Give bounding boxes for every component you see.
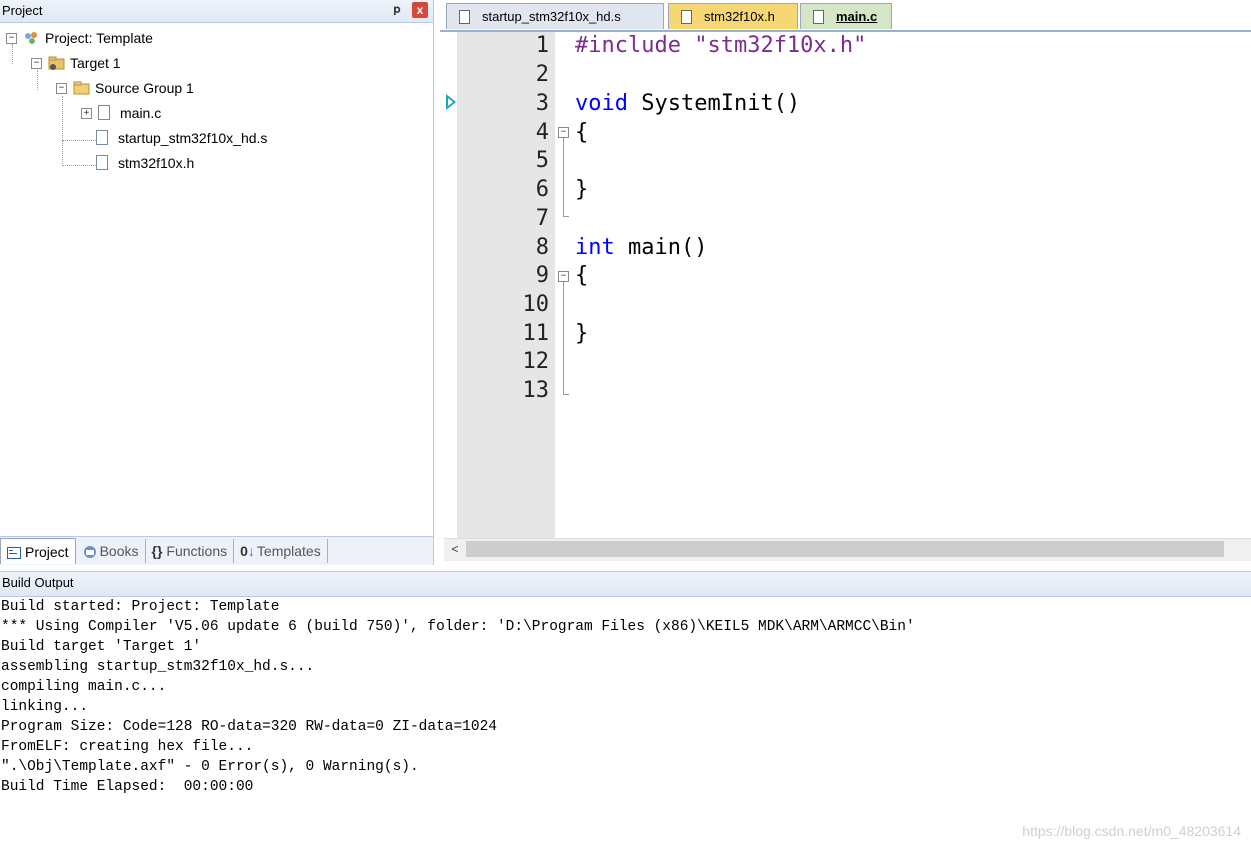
collapse-icon[interactable]: −: [6, 32, 17, 44]
project-tab-icon: [7, 546, 21, 559]
line-number: 13: [522, 378, 550, 403]
build-output-line: ".\Obj\Template.axf" - 0 Error(s), 0 War…: [1, 759, 419, 775]
functions-icon: {}: [151, 543, 163, 559]
tab-startup-file[interactable]: startup_stm32f10x_hd.s: [446, 3, 664, 29]
line-number: 3: [535, 91, 549, 116]
build-output-line: Build target 'Target 1': [1, 639, 202, 655]
target-folder-icon: [48, 55, 65, 71]
build-output-line: Build Time Elapsed: 00:00:00: [1, 779, 254, 795]
code-line-1: #include "stm32f10x.h": [575, 33, 867, 58]
tree-label: startup_stm32f10x_hd.s: [118, 130, 268, 146]
tree-label: Project: Template: [45, 30, 153, 46]
tree-label: stm32f10x.h: [118, 155, 195, 171]
project-panel-tabs: Project Books {} Functions 0↓ Templates: [0, 536, 433, 565]
project-icon: [23, 30, 39, 46]
file-icon: [813, 9, 824, 24]
file-icon: [98, 105, 114, 121]
code-line-4: {: [575, 120, 589, 145]
line-number: 11: [522, 321, 550, 346]
line-number: 12: [522, 349, 550, 374]
line-number: 1: [535, 33, 549, 58]
code-line-9: {: [575, 263, 589, 288]
line-number: 2: [535, 62, 549, 87]
code-line-3: void SystemInit(): [575, 91, 801, 116]
fold-line: [563, 138, 564, 216]
line-number: 4: [535, 120, 549, 145]
build-output-line: *** Using Compiler 'V5.06 update 6 (buil…: [1, 619, 915, 635]
fold-end: [563, 216, 569, 217]
fold-line: [563, 282, 564, 394]
tree-item-target[interactable]: − Target 1: [31, 51, 121, 75]
watermark: https://blog.csdn.net/m0_48203614: [1022, 823, 1241, 839]
tree-item-file[interactable]: startup_stm32f10x_hd.s: [96, 126, 267, 150]
build-output-line: Program Size: Code=128 RO-data=320 RW-da…: [1, 719, 497, 735]
line-number: 5: [535, 148, 549, 173]
tree-item-file[interactable]: stm32f10x.h: [96, 151, 194, 175]
build-output-title: Build Output: [2, 575, 74, 590]
scrollbar-thumb[interactable]: [466, 541, 1224, 557]
tab-project[interactable]: Project: [0, 538, 76, 564]
build-output-line: assembling startup_stm32f10x_hd.s...: [1, 659, 315, 675]
line-number: 7: [535, 206, 549, 231]
tree-item-project[interactable]: − Project: Template: [6, 26, 153, 50]
code-line-11: }: [575, 321, 589, 346]
templates-icon: 0↓: [240, 543, 255, 559]
tree-label: main.c: [120, 105, 162, 121]
tab-templates[interactable]: 0↓ Templates: [234, 539, 328, 563]
build-output-line: compiling main.c...: [1, 679, 167, 695]
build-output-line: Build started: Project: Template: [1, 599, 280, 615]
tree-connector: [62, 140, 98, 141]
project-panel-header: [0, 0, 433, 23]
current-line-arrow-inner: [448, 98, 453, 106]
fold-collapse-icon[interactable]: −: [558, 271, 569, 282]
fold-collapse-icon[interactable]: −: [558, 127, 569, 138]
collapse-icon[interactable]: −: [56, 82, 67, 94]
build-output-line: linking...: [1, 699, 89, 715]
tree-item-source-group[interactable]: − Source Group 1: [56, 76, 194, 100]
pin-icon[interactable]: 𝐩: [390, 2, 404, 18]
collapse-icon[interactable]: −: [31, 57, 42, 69]
tree-connector: [62, 165, 98, 166]
tab-main-c[interactable]: main.c: [800, 3, 892, 29]
build-output-line: FromELF: creating hex file...: [1, 739, 254, 755]
close-panel-button[interactable]: x: [412, 2, 428, 18]
file-icon: [96, 130, 112, 146]
tree-item-file[interactable]: + main.c: [81, 101, 161, 125]
file-icon: [459, 9, 470, 24]
project-panel-title: Project: [2, 3, 43, 18]
tab-functions[interactable]: {} Functions: [146, 539, 235, 563]
line-number: 9: [535, 263, 549, 288]
code-line-6: }: [575, 177, 589, 202]
build-output-header: [0, 571, 1251, 597]
expand-icon[interactable]: +: [81, 107, 92, 119]
folder-icon: [73, 80, 90, 96]
line-number: 10: [522, 292, 550, 317]
tree-label: Source Group 1: [95, 80, 194, 96]
tree-label: Target 1: [70, 55, 121, 71]
line-number: 8: [535, 235, 549, 260]
fold-end: [563, 394, 569, 395]
file-icon: [96, 155, 112, 171]
code-line-8: int main(): [575, 235, 708, 260]
tab-books[interactable]: Books: [76, 539, 146, 563]
line-number: 6: [535, 177, 549, 202]
scroll-left-button[interactable]: <: [447, 540, 463, 558]
books-icon: [82, 545, 96, 558]
tree-connector: [62, 96, 63, 166]
file-icon: [681, 9, 692, 24]
tab-header-file[interactable]: stm32f10x.h: [668, 3, 798, 29]
